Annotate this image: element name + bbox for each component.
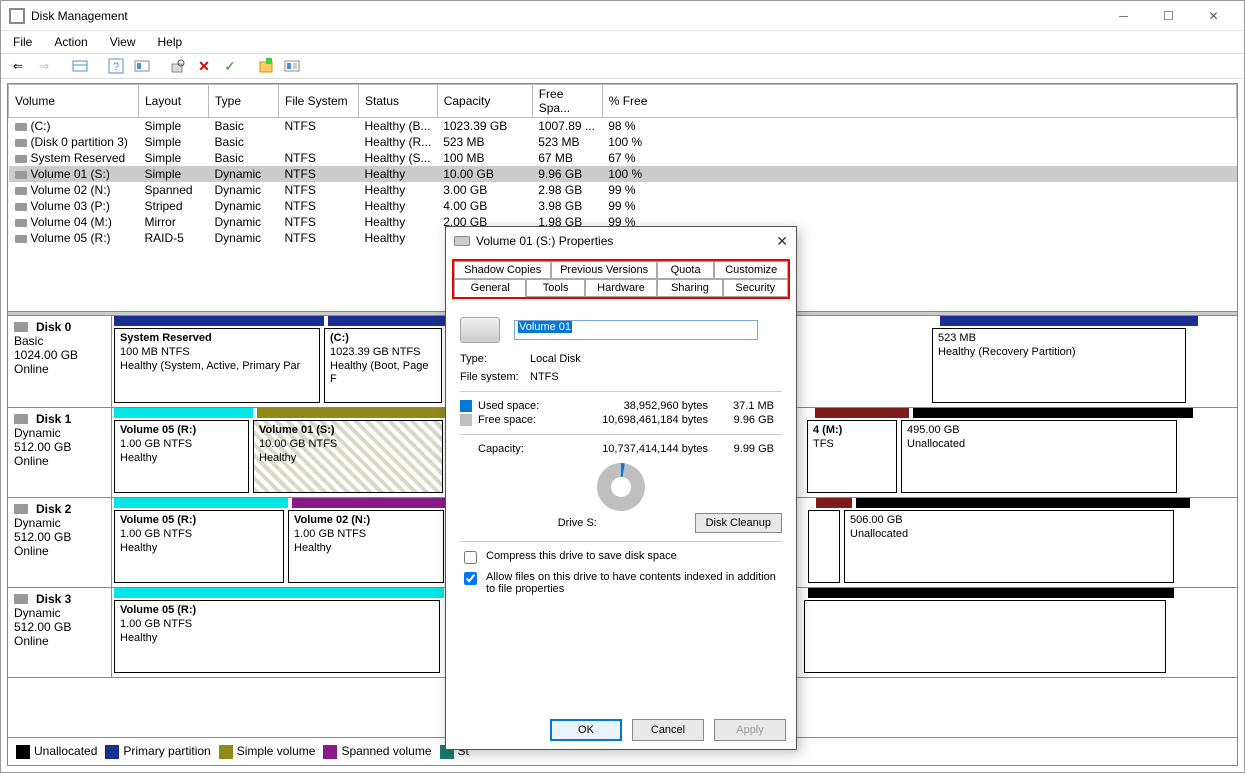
partition-box[interactable]: [804, 600, 1166, 673]
menu-file[interactable]: File: [9, 33, 36, 51]
used-bytes: 38,952,960 bytes: [578, 400, 708, 412]
minimize-button[interactable]: ─: [1101, 2, 1146, 30]
partition-box[interactable]: Volume 01 (S:)10.00 GB NTFSHealthy: [253, 420, 443, 493]
toolbar: ⇐ ⇒ ? ✕ ✓: [1, 53, 1244, 79]
tab-customize[interactable]: Customize: [714, 261, 788, 279]
tab-security[interactable]: Security: [723, 279, 788, 297]
col-capacity[interactable]: Capacity: [437, 85, 532, 118]
forward-button[interactable]: ⇒: [33, 55, 55, 77]
capacity-human: 9.99 GB: [714, 443, 774, 455]
col-volume[interactable]: Volume: [9, 85, 139, 118]
col-fs[interactable]: File System: [279, 85, 359, 118]
dialog-title: Volume 01 (S:) Properties: [476, 234, 613, 248]
toolbar-icon[interactable]: [69, 55, 91, 77]
partition-box[interactable]: (C:)1023.39 GB NTFSHealthy (Boot, Page F: [324, 328, 442, 403]
tab-previous-versions[interactable]: Previous Versions: [551, 261, 656, 279]
volume-table[interactable]: Volume Layout Type File System Status Ca…: [8, 84, 1237, 246]
partition-box[interactable]: Volume 05 (R:)1.00 GB NTFSHealthy: [114, 510, 284, 583]
col-pct[interactable]: % Free: [602, 85, 1236, 118]
tabs-highlight: Shadow Copies Previous Versions Quota Cu…: [452, 259, 790, 299]
cancel-button[interactable]: Cancel: [632, 719, 704, 741]
app-title: Disk Management: [31, 9, 1101, 23]
disk-cleanup-button[interactable]: Disk Cleanup: [695, 513, 782, 533]
dialog-close-button[interactable]: ✕: [776, 233, 788, 250]
type-label: Type:: [460, 353, 530, 365]
tab-quota[interactable]: Quota: [657, 261, 715, 279]
table-row[interactable]: (Disk 0 partition 3)SimpleBasicHealthy (…: [9, 134, 1237, 150]
table-row[interactable]: Volume 03 (P:)StripedDynamicNTFSHealthy4…: [9, 198, 1237, 214]
ok-button[interactable]: OK: [550, 719, 622, 741]
properties-icon[interactable]: [167, 55, 189, 77]
back-button[interactable]: ⇐: [7, 55, 29, 77]
help-icon[interactable]: ?: [105, 55, 127, 77]
partition-box[interactable]: System Reserved100 MB NTFSHealthy (Syste…: [114, 328, 320, 403]
partition-box[interactable]: 495.00 GBUnallocated: [901, 420, 1177, 493]
free-bytes: 10,698,461,184 bytes: [578, 414, 708, 426]
partition-box[interactable]: Volume 02 (N:)1.00 GB NTFSHealthy: [288, 510, 444, 583]
table-row[interactable]: Volume 02 (N:)SpannedDynamicNTFSHealthy3…: [9, 182, 1237, 198]
legend-item: Unallocated: [16, 744, 97, 759]
titlebar[interactable]: Disk Management ─ ☐ ✕: [1, 1, 1244, 31]
apply-button[interactable]: Apply: [714, 719, 786, 741]
app-icon: [9, 8, 25, 24]
partition-box[interactable]: Volume 05 (R:)1.00 GB NTFSHealthy: [114, 600, 440, 673]
table-row[interactable]: Volume 01 (S:)SimpleDynamicNTFSHealthy10…: [9, 166, 1237, 182]
drive-icon: [460, 317, 500, 343]
delete-icon[interactable]: ✕: [193, 55, 215, 77]
legend-item: Spanned volume: [323, 744, 431, 759]
table-row[interactable]: (C:)SimpleBasicNTFSHealthy (B...1023.39 …: [9, 118, 1237, 135]
legend-item: Primary partition: [105, 744, 210, 759]
free-color-icon: [460, 414, 472, 426]
tab-hardware[interactable]: Hardware: [585, 279, 657, 297]
usage-chart: [597, 463, 645, 511]
menu-help[interactable]: Help: [154, 33, 187, 51]
dialog-titlebar[interactable]: Volume 01 (S:) Properties ✕: [446, 227, 796, 255]
col-free[interactable]: Free Spa...: [532, 85, 602, 118]
maximize-button[interactable]: ☐: [1146, 2, 1191, 30]
table-row[interactable]: System ReservedSimpleBasicNTFSHealthy (S…: [9, 150, 1237, 166]
index-checkbox[interactable]: Allow files on this drive to have conten…: [460, 571, 782, 595]
tab-general[interactable]: General: [454, 279, 526, 297]
toolbar-icon-2[interactable]: [131, 55, 153, 77]
free-human: 9.96 GB: [714, 414, 774, 426]
volume-icon: [454, 236, 470, 246]
free-label: Free space:: [478, 414, 578, 426]
dialog-body: Volume 01 Type:Local Disk File system:NT…: [446, 299, 796, 607]
volume-name-input[interactable]: Volume 01: [514, 320, 758, 340]
col-status[interactable]: Status: [359, 85, 438, 118]
menu-view[interactable]: View: [106, 33, 140, 51]
tab-sharing[interactable]: Sharing: [657, 279, 722, 297]
partition-box[interactable]: 506.00 GBUnallocated: [844, 510, 1174, 583]
drive-label: Drive S:: [460, 517, 695, 529]
toolbar-icon-3[interactable]: [255, 55, 277, 77]
fs-label: File system:: [460, 371, 530, 383]
partition-box[interactable]: [808, 510, 840, 583]
app-window: Disk Management ─ ☐ ✕ File Action View H…: [0, 0, 1245, 773]
toolbar-icon-4[interactable]: [281, 55, 303, 77]
close-button[interactable]: ✕: [1191, 2, 1236, 30]
capacity-bytes: 10,737,414,144 bytes: [578, 443, 708, 455]
fs-value: NTFS: [530, 371, 559, 383]
legend-item: Simple volume: [219, 744, 316, 759]
used-label: Used space:: [478, 400, 578, 412]
col-type[interactable]: Type: [209, 85, 279, 118]
compress-checkbox[interactable]: Compress this drive to save disk space: [460, 550, 782, 567]
check-icon[interactable]: ✓: [219, 55, 241, 77]
tab-tools[interactable]: Tools: [526, 279, 584, 297]
col-layout[interactable]: Layout: [139, 85, 209, 118]
svg-text:?: ?: [113, 61, 119, 73]
menu-action[interactable]: Action: [50, 33, 91, 51]
partition-box[interactable]: 523 MBHealthy (Recovery Partition): [932, 328, 1186, 403]
menubar: File Action View Help: [1, 31, 1244, 53]
tab-shadow-copies[interactable]: Shadow Copies: [454, 261, 551, 279]
partition-box[interactable]: Volume 05 (R:)1.00 GB NTFSHealthy: [114, 420, 249, 493]
type-value: Local Disk: [530, 353, 581, 365]
capacity-label: Capacity:: [478, 443, 578, 455]
properties-dialog[interactable]: Volume 01 (S:) Properties ✕ Shadow Copie…: [445, 226, 797, 750]
used-human: 37.1 MB: [714, 400, 774, 412]
partition-box[interactable]: 4 (M:)TFS: [807, 420, 897, 493]
used-color-icon: [460, 400, 472, 412]
